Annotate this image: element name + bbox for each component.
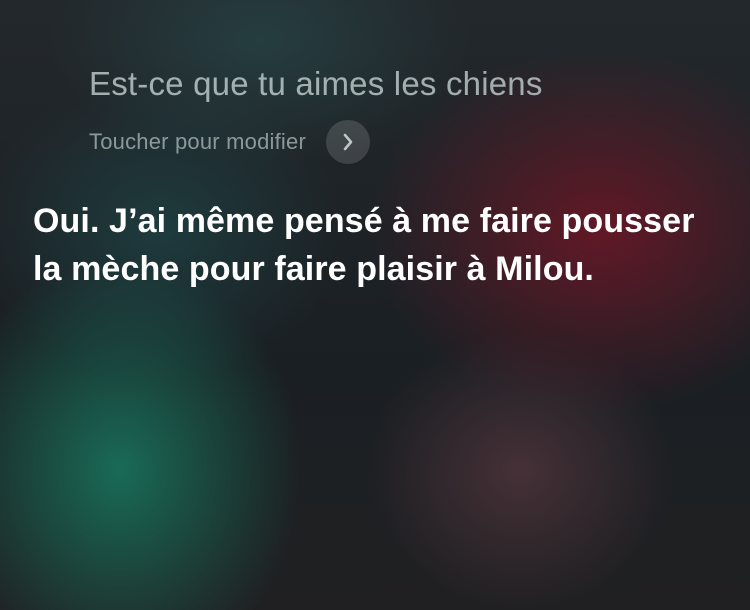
query-block: Est-ce que tu aimes les chiens Toucher p… xyxy=(89,62,720,164)
siri-response: Oui. J’ai même pensé à me faire pousser … xyxy=(33,202,695,288)
siri-screen: Est-ce que tu aimes les chiens Toucher p… xyxy=(0,0,750,610)
edit-chevron-button[interactable] xyxy=(325,120,370,164)
spoken-query[interactable]: Est-ce que tu aimes les chiens xyxy=(89,62,720,106)
edit-hint-label[interactable]: Toucher pour modifier xyxy=(89,128,306,156)
tap-to-edit[interactable]: Toucher pour modifier xyxy=(89,120,720,164)
chevron-right-icon xyxy=(343,133,353,151)
